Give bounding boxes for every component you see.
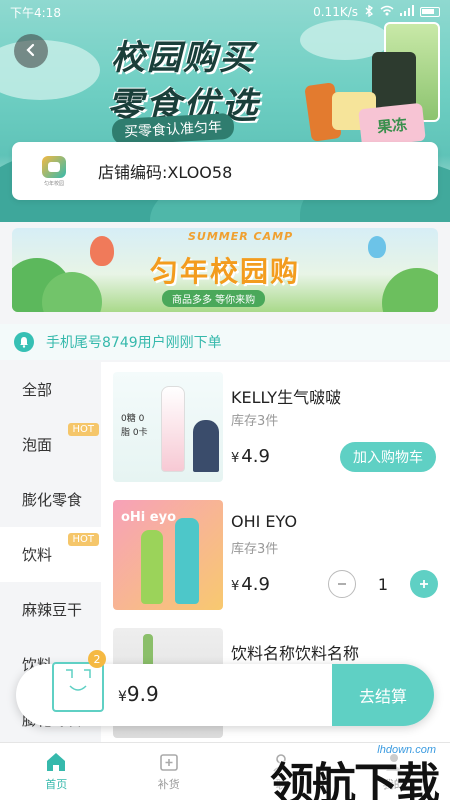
balloon-graphic [90, 236, 114, 266]
product-stock: 库存3件 [231, 542, 279, 557]
chevron-left-icon [24, 42, 38, 61]
nav-restock[interactable]: 补货 [113, 743, 226, 800]
hot-badge: HOT [67, 533, 99, 546]
product-image: 0糖 0脂 0卡 [113, 372, 223, 482]
add-to-cart-button[interactable]: 加入购物车 [340, 442, 436, 472]
product-price: ¥4.9 [231, 574, 270, 595]
product-name: KELLY生气啵啵 [231, 388, 342, 407]
back-button[interactable] [14, 34, 48, 68]
home-icon [45, 751, 67, 773]
promo-banner[interactable]: SUMMER CAMP 匀年校园购 商品多多 等你来购 [12, 228, 438, 312]
checkout-button[interactable]: 去结算 [332, 664, 434, 726]
hero-title-line1: 校园购买 [111, 38, 255, 78]
promo-headline: 匀年校园购 [150, 255, 301, 288]
restock-icon [158, 751, 180, 773]
store-code: 店铺编码:XLOO58 [98, 163, 233, 182]
plus-icon [418, 574, 430, 595]
product-image-text: oHi eyo [121, 510, 177, 525]
bottle-graphic [141, 530, 163, 604]
product-name: 饮料名称饮料名称 [231, 644, 360, 663]
notice-text: 手机尾号8749用户刚刚下单 [46, 335, 222, 351]
order-notice: 手机尾号8749用户刚刚下单 [0, 324, 450, 360]
increase-quantity-button[interactable] [410, 570, 438, 598]
category-item-noodles[interactable]: 泡面 HOT [0, 417, 101, 472]
cart-currency: ¥ [118, 689, 127, 705]
category-label: 饮料 [22, 546, 53, 564]
nav-home[interactable]: 首页 [0, 743, 113, 800]
category-label: 泡面 [22, 436, 53, 454]
cart-total-value: 9.9 [126, 682, 159, 706]
price-currency: ¥ [231, 579, 240, 594]
minus-icon [336, 574, 348, 595]
product-item[interactable]: 0糖 0脂 0卡 KELLY生气啵啵 库存3件 ¥4.9 加入购物车 [101, 362, 450, 486]
wifi-icon [380, 5, 394, 19]
decrease-quantity-button[interactable] [327, 570, 356, 598]
category-item-puffed-snacks[interactable]: 膨化零食 [0, 472, 101, 527]
person-graphic [193, 420, 219, 472]
hot-badge: HOT [67, 423, 99, 436]
product-image: oHi eyo [113, 500, 223, 610]
price-value: 4.9 [241, 446, 270, 467]
balloon-graphic [368, 236, 386, 258]
store-card: 匀年校园 店铺编码:XLOO58 [12, 142, 438, 200]
category-item-spicy-tofu[interactable]: 麻辣豆干 [0, 582, 101, 637]
bag-body [52, 662, 104, 712]
battery-icon [420, 7, 440, 17]
signal-icon [400, 5, 414, 19]
store-logo: 匀年校园 [34, 151, 74, 191]
product-name: OHI EYO [231, 512, 298, 531]
bottle-graphic [175, 518, 199, 604]
cart-total: ¥9.9 [118, 682, 159, 706]
promo-english: SUMMER CAMP [188, 230, 294, 243]
tree-graphic [382, 268, 438, 312]
status-bar: 下午4:18 0.11K/s [0, 0, 450, 24]
price-value: 4.9 [241, 574, 270, 595]
quantity-stepper: 1 [327, 570, 438, 598]
snack-pack-label: 果冻 [358, 102, 426, 148]
product-image-text: 0糖 0脂 0卡 [121, 414, 148, 438]
watermark-logo: 领航下载 [270, 759, 440, 800]
quantity-value: 1 [377, 574, 388, 594]
product-price: ¥4.9 [231, 446, 270, 467]
category-label: 膨化零食 [22, 491, 83, 509]
store-logo-mark [42, 155, 66, 178]
bell-icon [14, 332, 34, 352]
hero-title: 校园购买 零食优选 [68, 30, 298, 129]
price-currency: ¥ [231, 451, 240, 466]
nav-label: 首页 [45, 778, 68, 791]
bottle-graphic [161, 386, 185, 472]
product-item[interactable]: oHi eyo OHI EYO 库存3件 ¥4.9 1 [101, 490, 450, 614]
promo-subtitle: 商品多多 等你来购 [162, 290, 266, 307]
nav-label: 补货 [157, 778, 180, 791]
category-item-all[interactable]: 全部 [0, 362, 101, 417]
cart-count-badge: 2 [88, 650, 106, 668]
shopping-bag-icon[interactable]: 2 [52, 650, 106, 712]
category-label: 麻辣豆干 [22, 601, 83, 619]
network-speed: 0.11K/s [313, 5, 358, 19]
store-logo-caption: 匀年校园 [43, 180, 64, 187]
product-stock: 库存3件 [231, 414, 279, 429]
category-label: 全部 [22, 381, 53, 399]
bluetooth-icon [364, 4, 374, 20]
category-item-drinks[interactable]: 饮料 HOT [0, 527, 101, 582]
status-time: 下午4:18 [10, 5, 61, 20]
